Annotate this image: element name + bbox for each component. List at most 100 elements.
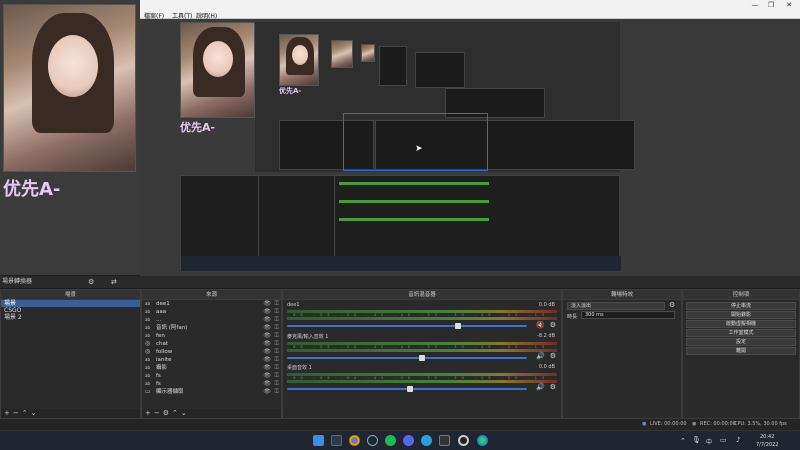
source-label: fs	[156, 381, 161, 387]
slider-knob[interactable]	[419, 355, 425, 361]
control-button[interactable]: 工作室模式	[686, 329, 796, 337]
maximize-button[interactable]: ❐	[762, 1, 780, 9]
overlay-caption-medium: 优先A-	[180, 121, 216, 134]
visibility-eye-icon[interactable]: 👁	[263, 356, 271, 364]
visibility-eye-icon[interactable]: 👁	[263, 364, 271, 372]
slider-knob[interactable]	[407, 386, 413, 392]
obs-icon[interactable]	[458, 435, 469, 446]
volume-slider[interactable]	[287, 355, 527, 361]
transitions-title: 轉場特效	[563, 290, 681, 300]
scene-item[interactable]: CSGO	[1, 307, 140, 314]
lock-icon[interactable]: ⚿	[274, 308, 279, 316]
channel-gear-icon[interactable]: ⚙	[550, 321, 556, 329]
chrome-icon[interactable]	[349, 435, 360, 446]
source-item[interactable]: ◎ follow 👁 ⚿	[142, 348, 281, 356]
scene-item[interactable]: 場景	[1, 300, 140, 307]
channel-gear-icon[interactable]: ⚙	[550, 383, 556, 391]
visibility-eye-icon[interactable]: 👁	[263, 308, 271, 316]
file-explorer-icon[interactable]	[331, 435, 342, 446]
source-item[interactable]: ab aaa 👁 ⚿	[142, 308, 281, 316]
move-down-icon[interactable]: ⌄	[31, 409, 40, 417]
volume-icon[interactable]: ♪	[736, 436, 740, 444]
channel-name: 麥克風/輸入音效 1	[287, 334, 329, 340]
slider-knob[interactable]	[455, 323, 461, 329]
scene-item[interactable]: 場景 2	[1, 314, 140, 321]
source-item[interactable]: ab ianite 👁 ⚿	[142, 356, 281, 364]
nested-preview-canvas: 优先A- ➤	[255, 22, 635, 172]
windows-start-icon[interactable]	[313, 435, 324, 446]
lock-icon[interactable]: ⚿	[274, 300, 279, 308]
spotify-icon[interactable]	[385, 435, 396, 446]
lock-icon[interactable]: ⚿	[274, 348, 279, 356]
scene-list: 場景 CSGO 場景 2	[1, 300, 140, 321]
add-icon[interactable]: +	[4, 409, 13, 417]
transitions-dock: 轉場特效 淡入淡出 ⚙ 時長 300 ms	[562, 289, 682, 419]
clock-time[interactable]: 20:42	[760, 434, 774, 440]
rec-icon: ●	[692, 421, 697, 427]
lock-icon[interactable]: ⚿	[274, 380, 279, 388]
move-down-icon[interactable]: ⌄	[181, 409, 190, 417]
discord-icon[interactable]	[403, 435, 414, 446]
source-item[interactable]: ab 音訊 (阿fan) 👁 ⚿	[142, 324, 281, 332]
source-item[interactable]: ab fs 👁 ⚿	[142, 372, 281, 380]
move-up-icon[interactable]: ⌃	[22, 409, 31, 417]
remove-icon[interactable]: −	[154, 409, 163, 417]
visibility-eye-icon[interactable]: 👁	[263, 380, 271, 388]
muted-speaker-icon[interactable]: 🔇	[536, 321, 545, 329]
transition-type-select[interactable]: 淡入淡出	[567, 302, 665, 310]
tray-chevron-icon[interactable]: ⌃	[680, 437, 686, 445]
control-button[interactable]: 停止串流	[686, 302, 796, 310]
video-app-icon[interactable]	[439, 435, 450, 446]
transition-gear-icon[interactable]: ⚙	[669, 301, 675, 309]
control-button[interactable]: 離開	[686, 347, 796, 355]
steam-icon[interactable]	[367, 435, 378, 446]
control-button[interactable]: 啟動虛擬相機	[686, 320, 796, 328]
visibility-eye-icon[interactable]: 👁	[263, 332, 271, 340]
lock-icon[interactable]: ⚿	[274, 324, 279, 332]
source-item[interactable]: ab 攝影 👁 ⚿	[142, 364, 281, 372]
speaker-icon[interactable]: 🔊	[536, 383, 545, 391]
visibility-eye-icon[interactable]: 👁	[263, 340, 271, 348]
visibility-eye-icon[interactable]: 👁	[263, 300, 271, 308]
network-icon[interactable]: ▭	[720, 436, 727, 444]
edge-icon[interactable]	[477, 435, 488, 446]
telegram-icon[interactable]	[421, 435, 432, 446]
lock-icon[interactable]: ⚿	[274, 340, 279, 348]
source-item[interactable]: ab fs 👁 ⚿	[142, 380, 281, 388]
visibility-eye-icon[interactable]: 👁	[263, 324, 271, 332]
volume-slider[interactable]	[287, 386, 527, 392]
visibility-eye-icon[interactable]: 👁	[263, 372, 271, 380]
lock-icon[interactable]: ⚿	[274, 332, 279, 340]
lock-icon[interactable]: ⚿	[274, 388, 279, 396]
lock-icon[interactable]: ⚿	[274, 372, 279, 380]
visibility-eye-icon[interactable]: 👁	[263, 348, 271, 356]
add-icon[interactable]: +	[145, 409, 154, 417]
visibility-eye-icon[interactable]: 👁	[263, 316, 271, 324]
rec-status: REC: 00:00:00	[700, 421, 736, 427]
clock-date[interactable]: 7/7/2022	[756, 442, 778, 448]
source-item[interactable]: ab... 👁 ⚿	[142, 316, 281, 324]
lock-icon[interactable]: ⚿	[274, 356, 279, 364]
visibility-eye-icon[interactable]: 👁	[263, 388, 271, 396]
move-up-icon[interactable]: ⌃	[172, 409, 181, 417]
language-indicator[interactable]: 中	[706, 437, 712, 446]
source-item[interactable]: ◎ chat 👁 ⚿	[142, 340, 281, 348]
control-button[interactable]: 開始錄影	[686, 311, 796, 319]
gear-icon[interactable]: ⚙	[88, 276, 94, 288]
control-button[interactable]: 設定	[686, 338, 796, 346]
close-button[interactable]: ✕	[780, 1, 798, 9]
speaker-icon[interactable]: 🔊	[536, 352, 545, 360]
lock-icon[interactable]: ⚿	[274, 364, 279, 372]
source-item[interactable]: ab dee1 👁 ⚿	[142, 300, 281, 308]
preview-area[interactable]: 优先A- 优先A- ➤	[140, 19, 800, 276]
source-item[interactable]: ab fen 👁 ⚿	[142, 332, 281, 340]
swap-icon[interactable]: ⇄	[111, 276, 117, 288]
microphone-icon[interactable]: 🎙	[692, 436, 701, 444]
channel-gear-icon[interactable]: ⚙	[550, 352, 556, 360]
duration-input[interactable]: 300 ms	[581, 311, 675, 319]
remove-icon[interactable]: −	[13, 409, 22, 417]
volume-slider[interactable]	[287, 323, 527, 329]
gear-icon[interactable]: ⚙	[163, 409, 172, 417]
lock-icon[interactable]: ⚿	[274, 316, 279, 324]
source-item[interactable]: ▭ 顯示器擷取 👁 ⚿	[142, 388, 281, 396]
